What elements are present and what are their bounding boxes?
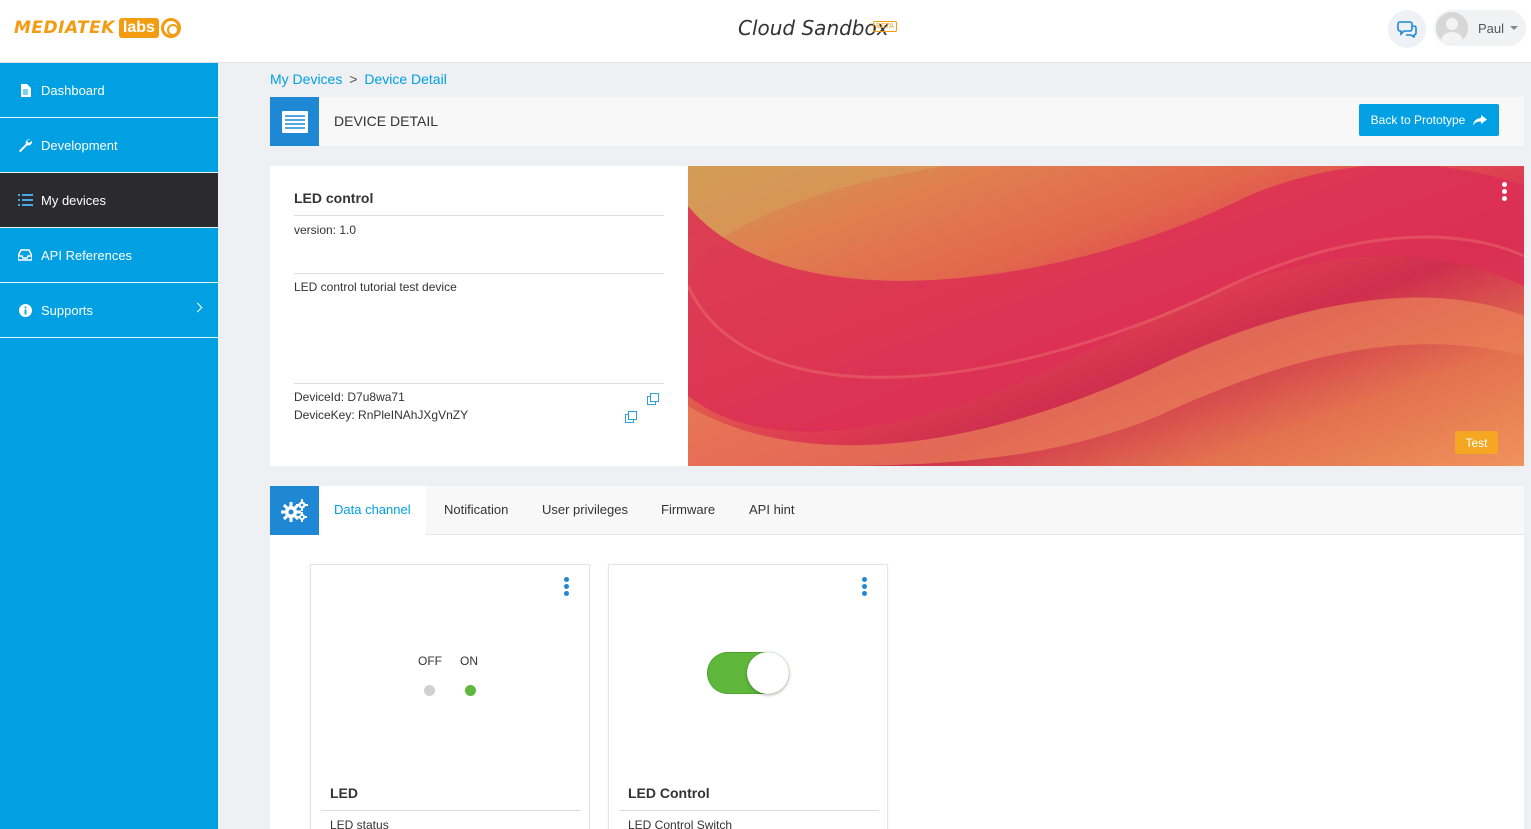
user-name: Paul [1478, 20, 1505, 36]
breadcrumb: My Devices > Device Detail [270, 71, 447, 87]
channel-card-led-control: LED Control LED Control Switch [608, 564, 888, 829]
user-menu[interactable]: Paul [1434, 10, 1526, 46]
data-channel-panel: OFF ON LED LED status LED Control LED Co… [270, 535, 1524, 829]
logo-spiral-icon [160, 18, 181, 38]
channel-title: LED Control [628, 785, 710, 801]
chat-icon [1397, 21, 1417, 38]
on-indicator [465, 685, 476, 696]
device-id: DeviceId: D7u8wa71 [294, 390, 405, 404]
info-icon [17, 303, 33, 317]
beta-badge: BETA [873, 21, 897, 32]
device-key-value: RnPleINAhJXgVnZY [358, 408, 469, 422]
sidebar-item-label: Supports [41, 302, 94, 318]
channel-subtitle: LED status [330, 818, 389, 829]
device-key: DeviceKey: RnPleINAhJXgVnZY [294, 408, 468, 422]
switch-knob [747, 652, 789, 694]
device-key-label: DeviceKey: [294, 408, 355, 422]
share-arrow-icon [1473, 114, 1488, 125]
chevron-down-icon [1510, 26, 1519, 30]
off-label: OFF [418, 654, 442, 668]
inbox-icon [17, 248, 33, 262]
device-version: version: 1.0 [294, 223, 356, 237]
tab-api-hint[interactable]: API hint [734, 486, 810, 535]
sidebar-item-my-devices[interactable]: My devices [0, 173, 218, 228]
tab-notification[interactable]: Notification [429, 486, 523, 535]
more-vertical-icon[interactable] [564, 577, 569, 598]
document-icon [17, 83, 33, 97]
breadcrumb-my-devices[interactable]: My Devices [270, 71, 342, 87]
off-indicator [424, 685, 435, 696]
chevron-right-icon [192, 302, 203, 313]
logo-labs: labs [118, 18, 159, 38]
device-info-card: LED control version: 1.0 LED control tut… [270, 166, 688, 466]
sidebar-item-label: Dashboard [41, 82, 105, 98]
device-description: LED control tutorial test device [294, 280, 457, 294]
divider [619, 810, 879, 811]
mediatek-labs-logo[interactable]: MEDIATEK labs [14, 16, 181, 40]
version-label: version: [294, 223, 337, 237]
app-title: Cloud Sandbox [738, 16, 889, 40]
more-vertical-icon[interactable] [862, 577, 867, 598]
device-id-value: D7u8wa71 [347, 390, 405, 404]
breadcrumb-device-detail[interactable]: Device Detail [364, 71, 446, 87]
copy-device-key-icon[interactable] [625, 411, 637, 423]
sidebar-item-api-references[interactable]: API References [0, 228, 218, 283]
led-control-switch[interactable] [707, 652, 789, 694]
breadcrumb-separator: > [349, 71, 358, 87]
sidebar-item-label: My devices [41, 192, 107, 208]
more-vertical-icon[interactable] [1502, 182, 1507, 203]
device-id-label: DeviceId: [294, 390, 345, 404]
device-name: LED control [294, 190, 374, 206]
device-detail-icon [270, 97, 319, 146]
divider [294, 273, 664, 274]
avatar [1436, 12, 1468, 44]
divider [294, 215, 664, 216]
sidebar-item-supports[interactable]: Supports [0, 283, 218, 338]
list-icon [17, 193, 33, 207]
version-value: 1.0 [339, 223, 357, 237]
copy-device-id-icon[interactable] [647, 393, 659, 405]
test-badge: Test [1455, 431, 1498, 454]
back-to-prototype-button[interactable]: Back to Prototype [1359, 104, 1499, 136]
chat-button[interactable] [1388, 10, 1426, 48]
device-cover-image: Test [688, 166, 1524, 466]
sidebar: Dashboard Development My devices API Ref… [0, 63, 218, 829]
tab-data-channel[interactable]: Data channel [319, 486, 426, 535]
device-detail-header: DEVICE DETAIL Back to Prototype [270, 97, 1524, 146]
channel-subtitle: LED Control Switch [628, 818, 733, 829]
sidebar-item-label: Development [41, 137, 118, 153]
sidebar-item-development[interactable]: Development [0, 118, 218, 173]
on-label: ON [460, 654, 478, 668]
channel-tabs: Data channel Notification User privilege… [270, 486, 1524, 535]
divider [321, 810, 581, 811]
back-button-label: Back to Prototype [1370, 113, 1466, 127]
sidebar-item-dashboard[interactable]: Dashboard [0, 63, 218, 118]
channel-title: LED [330, 785, 358, 801]
logo-brand: MEDIATEK [14, 18, 115, 38]
wrench-icon [17, 138, 33, 152]
tab-user-privileges[interactable]: User privileges [527, 486, 643, 535]
divider [294, 383, 664, 384]
sidebar-item-label: API References [41, 247, 133, 263]
tab-firmware[interactable]: Firmware [646, 486, 730, 535]
top-bar: MEDIATEK labs Cloud Sandbox BETA Paul [0, 0, 1531, 63]
page-title: DEVICE DETAIL [334, 113, 438, 129]
gears-icon [270, 486, 319, 535]
channel-card-led: OFF ON LED LED status [310, 564, 590, 829]
cover-wave-graphic [688, 166, 1524, 466]
